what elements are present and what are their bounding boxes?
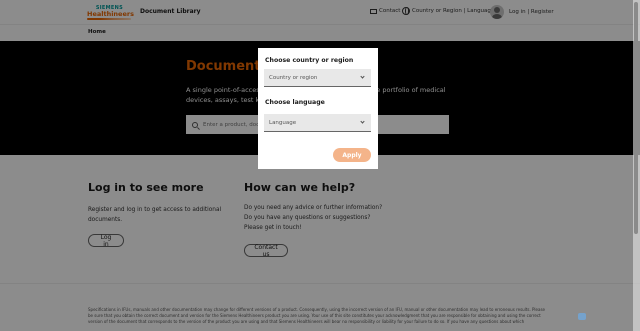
page-scrollbar[interactable] [633,0,640,331]
country-select-value: Country or region [269,75,317,81]
chevron-down-icon [360,119,364,123]
scrollbar-thumb[interactable] [634,2,638,234]
country-select-label: Choose country or region [265,57,353,64]
apply-button[interactable]: Apply [333,148,371,162]
language-select-value: Language [269,120,296,126]
country-select[interactable]: Country or region [264,69,371,87]
language-select[interactable]: Language [264,114,371,132]
feedback-icon[interactable] [578,313,586,320]
language-select-label: Choose language [265,99,325,106]
country-language-modal: Choose country or region Country or regi… [258,48,378,169]
chevron-down-icon [360,74,364,78]
